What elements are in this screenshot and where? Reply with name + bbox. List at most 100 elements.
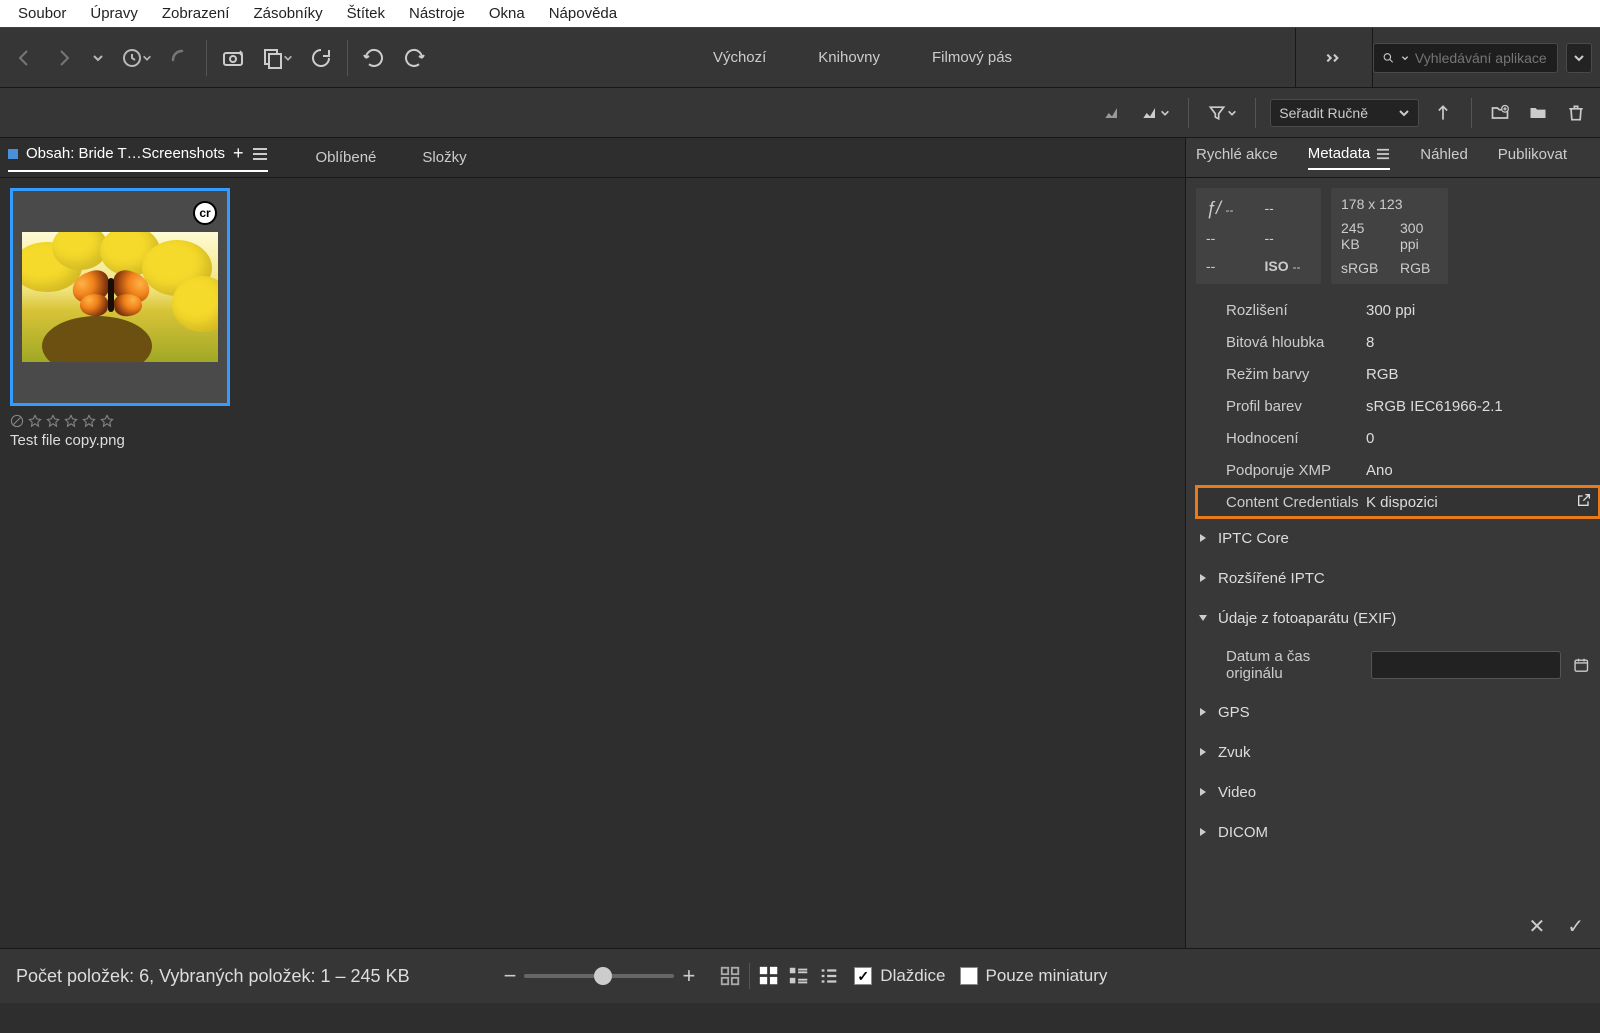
- star-5[interactable]: [100, 414, 114, 428]
- add-tab-button[interactable]: +: [233, 143, 244, 164]
- chevron-down-icon: [1398, 107, 1410, 119]
- thumbs-only-checkbox[interactable]: [960, 967, 978, 985]
- thumbs-only-label: Pouze miniatury: [986, 966, 1108, 986]
- reject-icon[interactable]: [10, 414, 24, 428]
- md-row-bitdepth: Bitová hloubka8: [1196, 326, 1600, 358]
- folders-tab[interactable]: Složky: [422, 149, 466, 166]
- panel-menu-icon[interactable]: [1376, 148, 1390, 160]
- content-tab-label: Obsah: Bride T…Screenshots: [26, 145, 225, 162]
- thumb-size-down-button[interactable]: [1098, 99, 1126, 127]
- thumb-size-up-button[interactable]: [1136, 99, 1174, 127]
- zoom-slider[interactable]: [524, 974, 674, 978]
- search-box[interactable]: [1373, 43, 1558, 73]
- tab-quick-actions[interactable]: Rychlé akce: [1196, 146, 1278, 169]
- menubar: Soubor Úpravy Zobrazení Zásobníky Štítek…: [0, 0, 1600, 28]
- search-input[interactable]: [1415, 50, 1549, 66]
- md-row-colorprofile: Profil barevsRGB IEC61966-2.1: [1196, 390, 1600, 422]
- section-dicom[interactable]: DICOM: [1186, 812, 1600, 852]
- tab-metadata[interactable]: Metadata: [1308, 145, 1391, 170]
- section-audio[interactable]: Zvuk: [1186, 732, 1600, 772]
- thumbnail-filename: Test file copy.png: [10, 432, 230, 449]
- workspace-filmstrip[interactable]: Filmový pás: [926, 29, 1018, 86]
- toolbar: Výchozí Knihovny Filmový pás: [0, 28, 1600, 88]
- exif-date-input[interactable]: [1371, 651, 1561, 679]
- more-workspaces-button[interactable]: [1295, 28, 1373, 87]
- md-row-rating: Hodnocení0: [1196, 422, 1600, 454]
- thumbnail-image: [22, 232, 218, 362]
- filterbar: Seřadit Ručně: [0, 88, 1600, 138]
- nav-dropdown[interactable]: [88, 48, 108, 68]
- import-camera-button[interactable]: [217, 42, 249, 74]
- star-2[interactable]: [46, 414, 60, 428]
- rotate-ccw-button[interactable]: [358, 42, 390, 74]
- content-tabs: Obsah: Bride T…Screenshots + Oblíbené Sl…: [0, 138, 1185, 178]
- nav-back-button[interactable]: [8, 42, 40, 74]
- zoom-out-button[interactable]: −: [504, 963, 517, 989]
- content-tab-main[interactable]: Obsah: Bride T…Screenshots +: [8, 143, 268, 172]
- tab-menu-icon[interactable]: [252, 147, 268, 161]
- section-gps[interactable]: GPS: [1186, 692, 1600, 732]
- open-folder-button[interactable]: [1524, 99, 1552, 127]
- nav-forward-button[interactable]: [48, 42, 80, 74]
- right-panel-tabs: Rychlé akce Metadata Náhled Publikovat: [1186, 138, 1600, 178]
- menu-nastroje[interactable]: Nástroje: [397, 1, 477, 26]
- view-thumbs-button[interactable]: [758, 965, 780, 987]
- workspace-libraries[interactable]: Knihovny: [812, 29, 886, 86]
- credentials-badge: cr: [193, 201, 217, 225]
- tiles-checkbox[interactable]: [854, 967, 872, 985]
- workspace-default[interactable]: Výchozí: [707, 29, 772, 86]
- menu-okna[interactable]: Okna: [477, 1, 537, 26]
- menu-upravy[interactable]: Úpravy: [78, 1, 150, 26]
- boomerang-button[interactable]: [164, 42, 196, 74]
- star-3[interactable]: [64, 414, 78, 428]
- thumbnail-item[interactable]: cr Test file copy.png: [10, 188, 230, 449]
- menu-soubor[interactable]: Soubor: [6, 1, 78, 26]
- history-button[interactable]: [116, 42, 156, 74]
- tab-preview[interactable]: Náhled: [1420, 146, 1468, 169]
- calendar-icon[interactable]: [1573, 656, 1590, 674]
- sort-label: Seřadit Ručně: [1279, 105, 1368, 121]
- refresh-button[interactable]: [305, 42, 337, 74]
- sort-select[interactable]: Seřadit Ručně: [1270, 99, 1419, 127]
- search-options-button[interactable]: [1566, 43, 1592, 73]
- star-4[interactable]: [82, 414, 96, 428]
- chevron-down-icon: [1401, 53, 1409, 63]
- open-in-button[interactable]: [257, 42, 297, 74]
- status-text: Počet položek: 6, Vybraných položek: 1 –…: [16, 966, 410, 987]
- open-external-icon[interactable]: [1576, 492, 1592, 512]
- menu-napoveda[interactable]: Nápověda: [537, 1, 629, 26]
- rotate-cw-button[interactable]: [398, 42, 430, 74]
- menu-zobrazeni[interactable]: Zobrazení: [150, 1, 242, 26]
- search-icon: [1382, 50, 1395, 66]
- workspace-switcher: Výchozí Knihovny Filmový pás: [430, 29, 1295, 86]
- view-details-button[interactable]: [788, 965, 810, 987]
- view-list-button[interactable]: [818, 965, 840, 987]
- tiles-label: Dlaždice: [880, 966, 945, 986]
- star-1[interactable]: [28, 414, 42, 428]
- thumbnail-grid: cr Test file copy.png: [0, 178, 1185, 948]
- view-grid-button[interactable]: [719, 965, 741, 987]
- favorites-tab[interactable]: Oblíbené: [316, 149, 377, 166]
- md-row-resolution: Rozlišení300 ppi: [1196, 294, 1600, 326]
- sort-direction-button[interactable]: [1429, 99, 1457, 127]
- section-video[interactable]: Video: [1186, 772, 1600, 812]
- md-row-xmp: Podporuje XMPAno: [1196, 454, 1600, 486]
- apply-button[interactable]: ✓: [1567, 914, 1584, 939]
- filter-button[interactable]: [1203, 99, 1241, 127]
- md-row-colormode: Režim barvyRGB: [1196, 358, 1600, 390]
- section-exif[interactable]: Údaje z fotoaparátu (EXIF): [1186, 598, 1600, 638]
- folder-color-swatch: [8, 149, 18, 159]
- delete-button[interactable]: [1562, 99, 1590, 127]
- file-summary-box: 178 x 123 245 KB300 ppi sRGBRGB: [1331, 188, 1448, 284]
- md-row-content-credentials[interactable]: Content Credentials K dispozici: [1196, 486, 1600, 518]
- menu-stitek[interactable]: Štítek: [335, 1, 397, 26]
- menu-zasobniky[interactable]: Zásobníky: [241, 1, 334, 26]
- zoom-in-button[interactable]: +: [682, 963, 695, 989]
- section-iptc-core[interactable]: IPTC Core: [1186, 518, 1600, 558]
- metadata-list: Rozlišení300 ppi Bitová hloubka8 Režim b…: [1186, 294, 1600, 518]
- tab-publish[interactable]: Publikovat: [1498, 146, 1567, 169]
- cancel-button[interactable]: ✕: [1528, 914, 1545, 939]
- new-folder-button[interactable]: [1486, 99, 1514, 127]
- section-iptc-ext[interactable]: Rozšířené IPTC: [1186, 558, 1600, 598]
- statusbar: Počet položek: 6, Vybraných položek: 1 –…: [0, 948, 1600, 1003]
